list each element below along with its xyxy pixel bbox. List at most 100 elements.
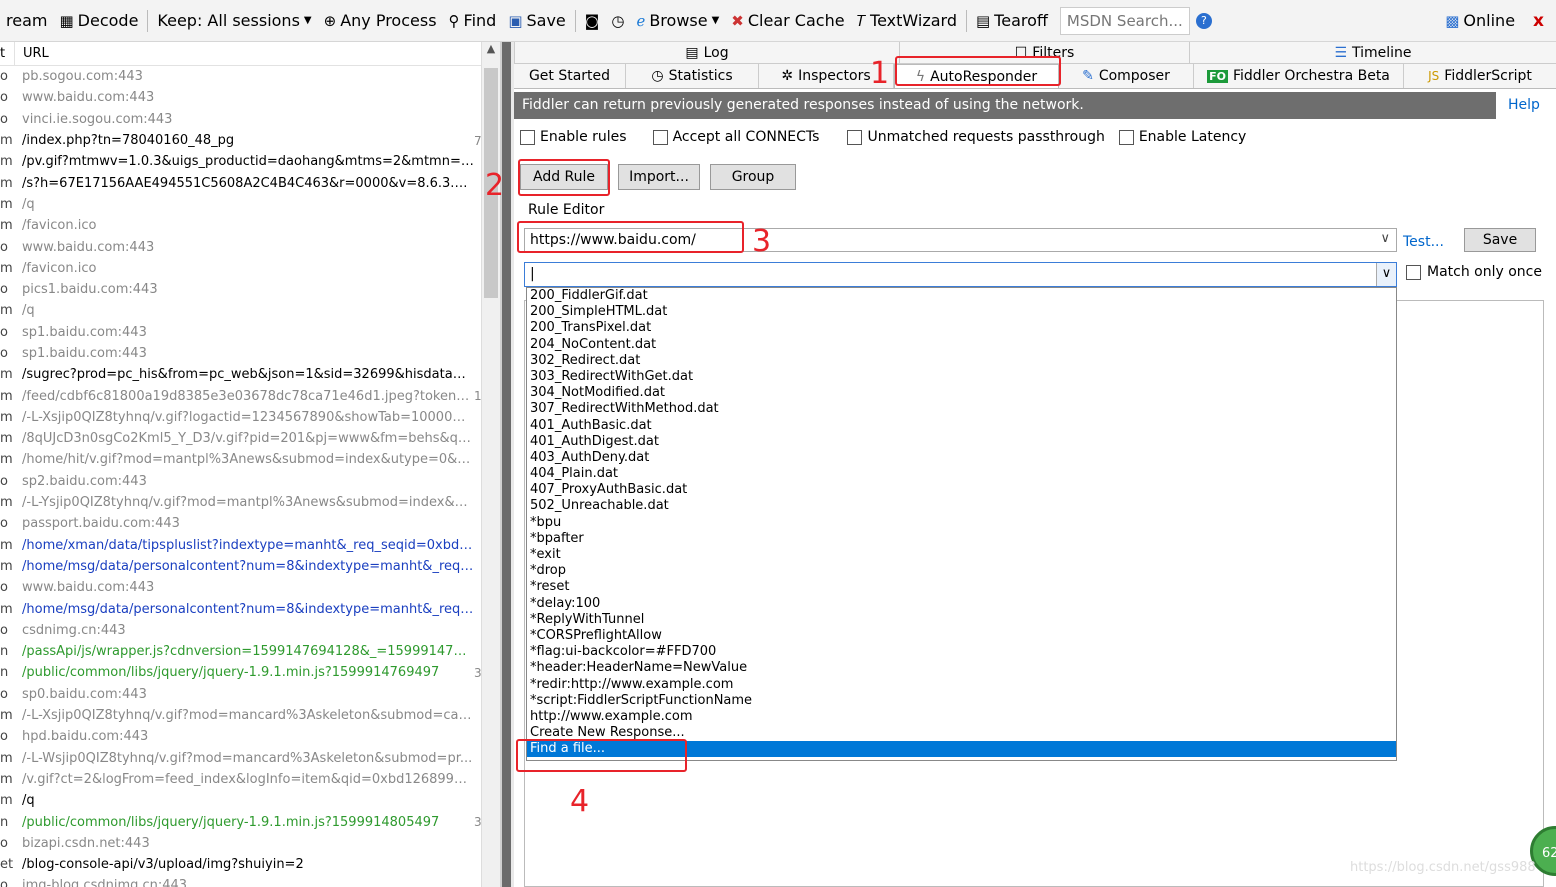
session-row[interactable]: et/blog-console-api/v3/upload/img?shuiyi… [0,854,500,875]
dropdown-option[interactable]: *bpafter [527,531,1396,547]
session-row[interactable]: m/sugrec?prod=pc_his&from=pc_web&json=1&… [0,364,500,385]
checkbox-box[interactable] [847,129,863,145]
dropdown-option[interactable]: *CORSPreflightAllow [527,628,1396,644]
dropdown-option[interactable]: 404_Plain.dat [527,466,1396,482]
dropdown-option[interactable]: *drop [527,563,1396,579]
session-row[interactable]: m/q [0,194,500,215]
help-link[interactable]: Help [1508,97,1540,113]
find-button[interactable]: ⚲ Find [443,6,503,36]
chevron-down-icon[interactable]: ∨ [1380,231,1390,246]
save-button[interactable]: ▣ Save [502,6,571,36]
dropdown-option[interactable]: *script:FiddlerScriptFunctionName [527,693,1396,709]
session-row[interactable]: o sp1.baidu.com:443 [0,322,500,343]
session-row[interactable]: m/favicon.ico [0,258,500,279]
tab-statistics[interactable]: ◷ Statistics [626,64,759,88]
session-row[interactable]: o bizapi.csdn.net:443 [0,833,500,854]
session-row[interactable]: o img-blog.csdnimg.cn:443 [0,875,500,887]
dropdown-option[interactable]: *delay:100 [527,596,1396,612]
dropdown-option[interactable]: *exit [527,547,1396,563]
tearoff-button[interactable]: ▤ Tearoff [970,6,1054,36]
unmatched-passthrough-checkbox[interactable]: Unmatched requests passthrough [847,129,1105,145]
session-row[interactable]: m/index.php?tn=78040160_48_pg 7 [0,130,500,151]
dropdown-option[interactable]: 403_AuthDeny.dat [527,450,1396,466]
timer-button[interactable]: ◷ [605,6,630,36]
dropdown-option[interactable]: 200_SimpleHTML.dat [527,304,1396,320]
session-row[interactable]: m/feed/cdbf6c81800a19d8385e3e03678dc78ca… [0,385,500,406]
tab-fiddler-orchestra[interactable]: FO Fiddler Orchestra Beta [1194,64,1404,88]
checkbox-box[interactable] [1118,129,1134,145]
rule-action-combobox[interactable]: | ∨ [524,262,1397,287]
tab-composer[interactable]: ✎ Composer [1059,64,1194,88]
clear-cache-button[interactable]: ✖ Clear Cache [725,6,850,36]
dropdown-option[interactable]: 204_NoContent.dat [527,337,1396,353]
dropdown-option[interactable]: *reset [527,579,1396,595]
keep-sessions-dropdown[interactable]: Keep: All sessions ▼ [151,6,317,36]
checkbox-box[interactable] [520,129,535,145]
tab-get-started[interactable]: Get Started [514,64,626,88]
tab-log[interactable]: ▤ Log [514,42,900,63]
tab-fiddlerscript[interactable]: JS FiddlerScript [1404,64,1556,88]
tab-timeline[interactable]: ☰ Timeline [1190,42,1556,63]
session-row[interactable]: n/public/common/libs/jquery/jquery-1.9.1… [0,662,500,683]
textwizard-button[interactable]: 𝑇 TextWizard [851,6,963,36]
import-button[interactable]: Import... [618,164,700,190]
dropdown-option[interactable]: 307_RedirectWithMethod.dat [527,401,1396,417]
session-row[interactable]: m /-L-Xsjip0QIZ8tyhnq/v.gif?mod=mancard%3… [0,705,500,726]
dropdown-option[interactable]: 302_Redirect.dat [527,353,1396,369]
group-button[interactable]: Group [710,164,796,190]
session-row[interactable]: m/favicon.ico [0,215,500,236]
session-row[interactable]: n/passApi/js/wrapper.js?cdnversion=15991… [0,641,500,662]
accept-connects-checkbox[interactable]: Accept all CONNECTs [652,129,819,145]
dropdown-option[interactable]: *bpu [527,515,1396,531]
session-row[interactable]: o hpd.baidu.com:443 [0,726,500,747]
enable-latency-checkbox[interactable]: Enable Latency [1118,129,1246,145]
any-process-button[interactable]: ⊕ Any Process [318,6,443,36]
result-column-header[interactable]: t [0,46,14,61]
browse-button[interactable]: ℯ Browse ▼ [630,6,725,36]
test-link[interactable]: Test... [1403,234,1444,250]
session-row[interactable]: m/q [0,790,500,811]
msdn-search-input[interactable]: MSDN Search... [1059,6,1190,35]
dropdown-option[interactable]: 304_NotModified.dat [527,385,1396,401]
dropdown-option[interactable]: *redir:http://www.example.com [527,677,1396,693]
dropdown-option[interactable]: 401_AuthBasic.dat [527,418,1396,434]
session-row[interactable]: o www.baidu.com:443 [0,236,500,257]
dropdown-option[interactable]: 200_TransPixel.dat [527,320,1396,336]
dropdown-option[interactable]: 200_FiddlerGif.dat [527,288,1396,304]
dropdown-option[interactable]: 303_RedirectWithGet.dat [527,369,1396,385]
scroll-up-icon[interactable]: ▲ [482,42,500,60]
session-row[interactable]: m /-L-Xsjip0QIZ8tyhnq/v.gif?logactid=1234… [0,407,500,428]
dropdown-option[interactable]: 502_Unreachable.dat [527,498,1396,514]
session-row[interactable]: m/home/xman/data/tipspluslist?indextype=… [0,535,500,556]
session-row[interactable]: m/8qUJcD3n0sgCo2Kml5_Y_D3/v.gif?pid=201&… [0,428,500,449]
session-row[interactable]: n/public/common/libs/jquery/jquery-1.9.1… [0,811,500,832]
session-row[interactable]: m/home/hit/v.gif?mod=mantpl%3Anews&submo… [0,449,500,470]
session-row[interactable]: o pb.sogou.com:443 [0,66,500,87]
session-row[interactable]: m/home/msg/data/personalcontent?num=8&in… [0,598,500,619]
session-row[interactable]: o pics1.baidu.com:443 [0,279,500,300]
session-row[interactable]: m /-L-Ysjip0QIZ8tyhnq/v.gif?mod=mantpl%3A… [0,492,500,513]
chevron-down-icon[interactable]: ∨ [1376,263,1396,286]
session-row[interactable]: o sp1.baidu.com:443 [0,343,500,364]
checkbox-box[interactable] [1406,264,1421,280]
session-row[interactable]: o csdnimg.cn:443 [0,620,500,641]
close-button[interactable]: x [1521,11,1556,31]
url-column-header[interactable]: URL [14,42,49,65]
session-row[interactable]: m /-L-Wsjip0QIZ8tyhnq/v.gif?mod=mancard%3… [0,748,500,769]
stream-button[interactable]: ream [0,6,53,36]
help-icon-button[interactable]: ? [1190,6,1218,36]
session-row[interactable]: o www.baidu.com:443 [0,577,500,598]
session-row[interactable]: o www.baidu.com:443 [0,87,500,108]
dropdown-option[interactable]: *header:HeaderName=NewValue [527,660,1396,676]
checkbox-box[interactable] [652,129,668,145]
session-row[interactable]: o sp2.baidu.com:443 [0,471,500,492]
dropdown-option[interactable]: 401_AuthDigest.dat [527,434,1396,450]
session-row[interactable]: o passport.baidu.com:443 [0,513,500,534]
enable-rules-checkbox[interactable]: Enable rules [520,129,627,145]
dropdown-option[interactable]: 407_ProxyAuthBasic.dat [527,482,1396,498]
screenshot-button[interactable]: ◙ [579,6,606,36]
session-row[interactable]: m/home/msg/data/personalcontent?num=8&in… [0,556,500,577]
dropdown-option[interactable]: *flag:ui-backcolor=#FFD700 [527,644,1396,660]
dropdown-option[interactable]: *ReplyWithTunnel [527,612,1396,628]
session-row[interactable]: o sp0.baidu.com:443 [0,684,500,705]
